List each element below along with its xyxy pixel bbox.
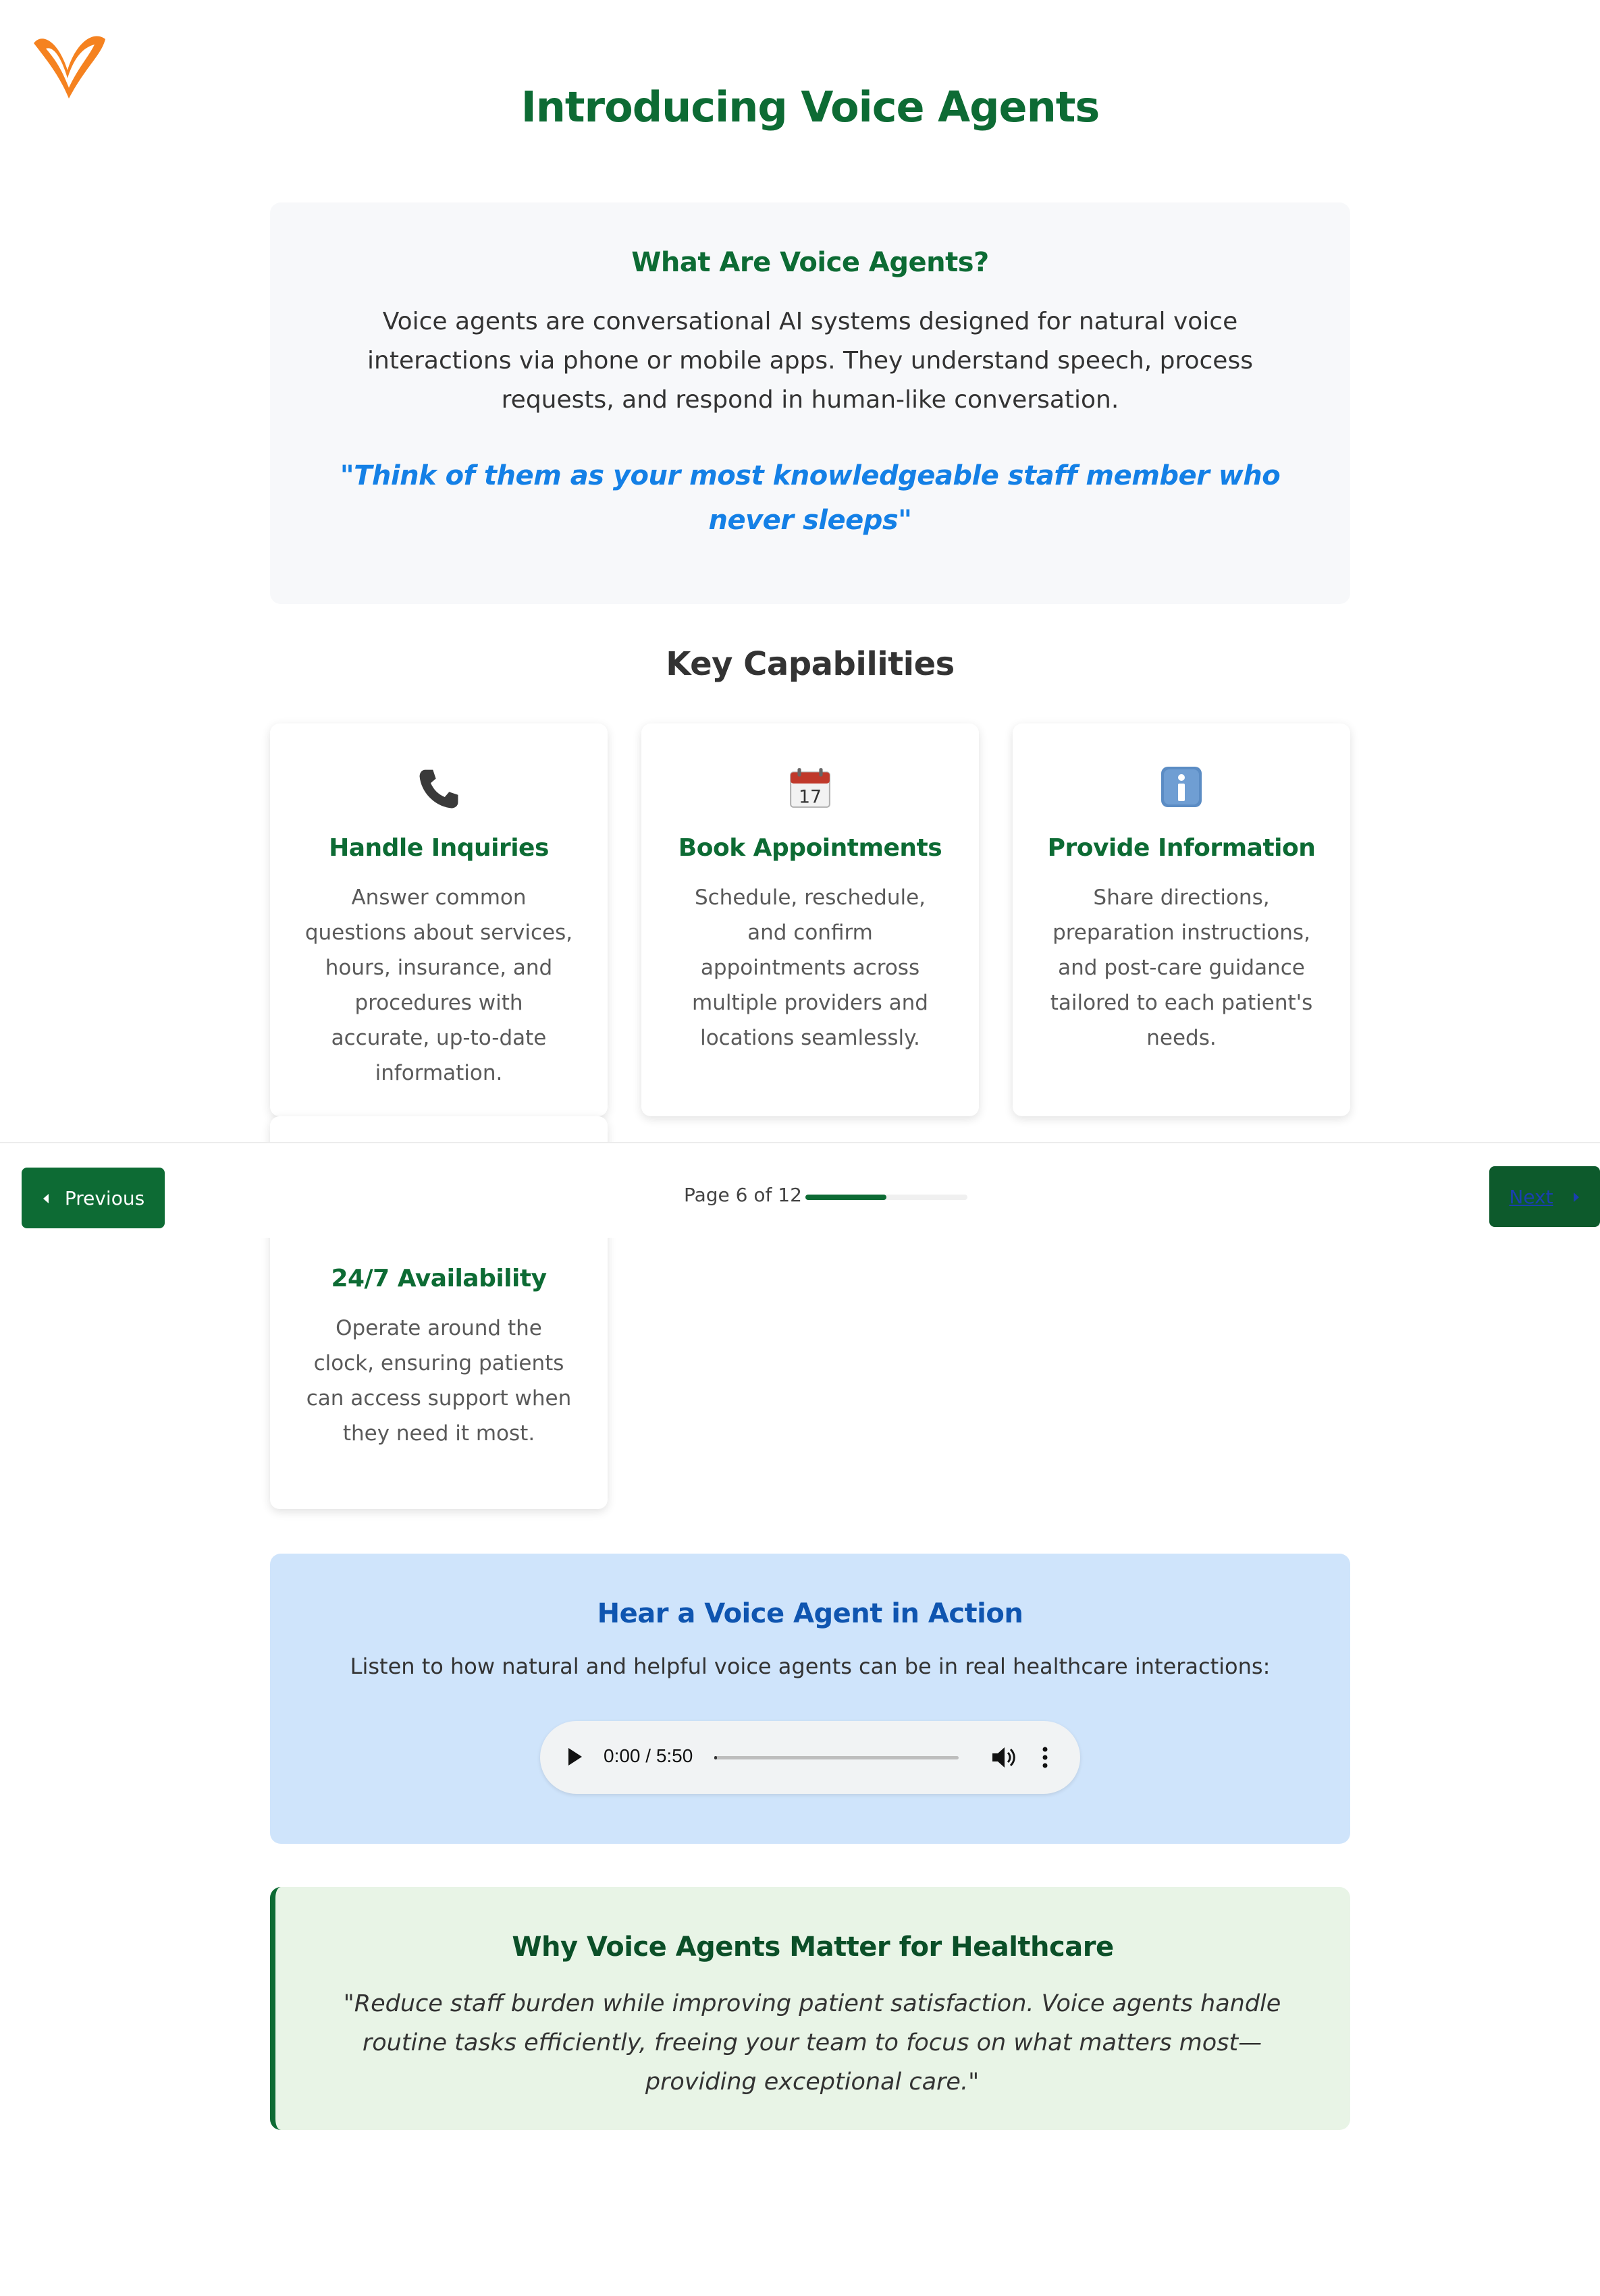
next-label[interactable]: Next [1509, 1186, 1553, 1208]
more-options-icon[interactable] [1040, 1744, 1050, 1771]
capability-description: Operate around the clock, ensuring patie… [306, 1316, 572, 1446]
calendar-icon: 17 [641, 765, 979, 813]
capability-title: Book Appointments [678, 834, 942, 862]
previous-label: Previous [64, 1186, 145, 1209]
capability-title: Provide Information [1047, 834, 1316, 862]
intro-section: What Are Voice Agents? Voice agents are … [270, 202, 1350, 604]
page-progress-fill [805, 1195, 886, 1200]
page-progress-bar [805, 1195, 967, 1200]
audio-section: Hear a Voice Agent in Action Listen to h… [270, 1554, 1350, 1844]
page-title: Introducing Voice Agents [521, 82, 1100, 132]
intro-body: Voice agents are conversational AI syste… [367, 308, 1253, 414]
volume-icon[interactable] [990, 1744, 1017, 1771]
why-section: Why Voice Agents Matter for Healthcare "… [270, 1887, 1350, 2130]
audio-heading: Hear a Voice Agent in Action [597, 1598, 1023, 1629]
capability-description: Schedule, reschedule, and confirm appoin… [692, 885, 928, 1050]
intro-heading: What Are Voice Agents? [631, 247, 989, 278]
audio-player[interactable]: 0:00 / 5:50 [540, 1721, 1080, 1794]
information-icon [1013, 765, 1350, 813]
pagination-bar: Previous Page 6 of 12 Next [0, 1142, 1600, 1238]
page-indicator: Page 6 of 12 [684, 1184, 802, 1206]
why-heading: Why Voice Agents Matter for Healthcare [512, 1932, 1114, 1963]
play-icon[interactable] [568, 1748, 582, 1766]
capability-title: Handle Inquiries [329, 834, 549, 862]
previous-button[interactable]: Previous [22, 1168, 165, 1228]
capability-card-appointments: 17 Book Appointments Schedule, reschedul… [641, 723, 979, 1116]
audio-seek-fill [714, 1756, 717, 1759]
audio-seek-bar[interactable] [714, 1756, 959, 1759]
capability-description: Answer common questions about services, … [304, 885, 573, 1085]
audio-time: 0:00 / 5:50 [604, 1745, 693, 1766]
why-quote: "Reduce staff burden while improving pat… [343, 1990, 1281, 2096]
intro-quote: "Think of them as your most knowledgeabl… [340, 460, 1281, 536]
audio-description: Listen to how natural and helpful voice … [350, 1653, 1271, 1679]
caret-right-icon [1572, 1186, 1580, 1208]
capabilities-heading: Key Capabilities [666, 645, 955, 683]
capability-card-inquiries: Handle Inquiries Answer common questions… [270, 723, 608, 1116]
capability-card-information: Provide Information Share directions, pr… [1013, 723, 1350, 1116]
capability-title: 24/7 Availability [331, 1265, 547, 1292]
next-button[interactable]: Next [1489, 1166, 1600, 1227]
capability-description: Share directions, preparation instructio… [1050, 885, 1313, 1050]
svg-text:17: 17 [799, 787, 822, 808]
telephone-icon [270, 765, 608, 813]
caret-left-icon [42, 1187, 50, 1209]
